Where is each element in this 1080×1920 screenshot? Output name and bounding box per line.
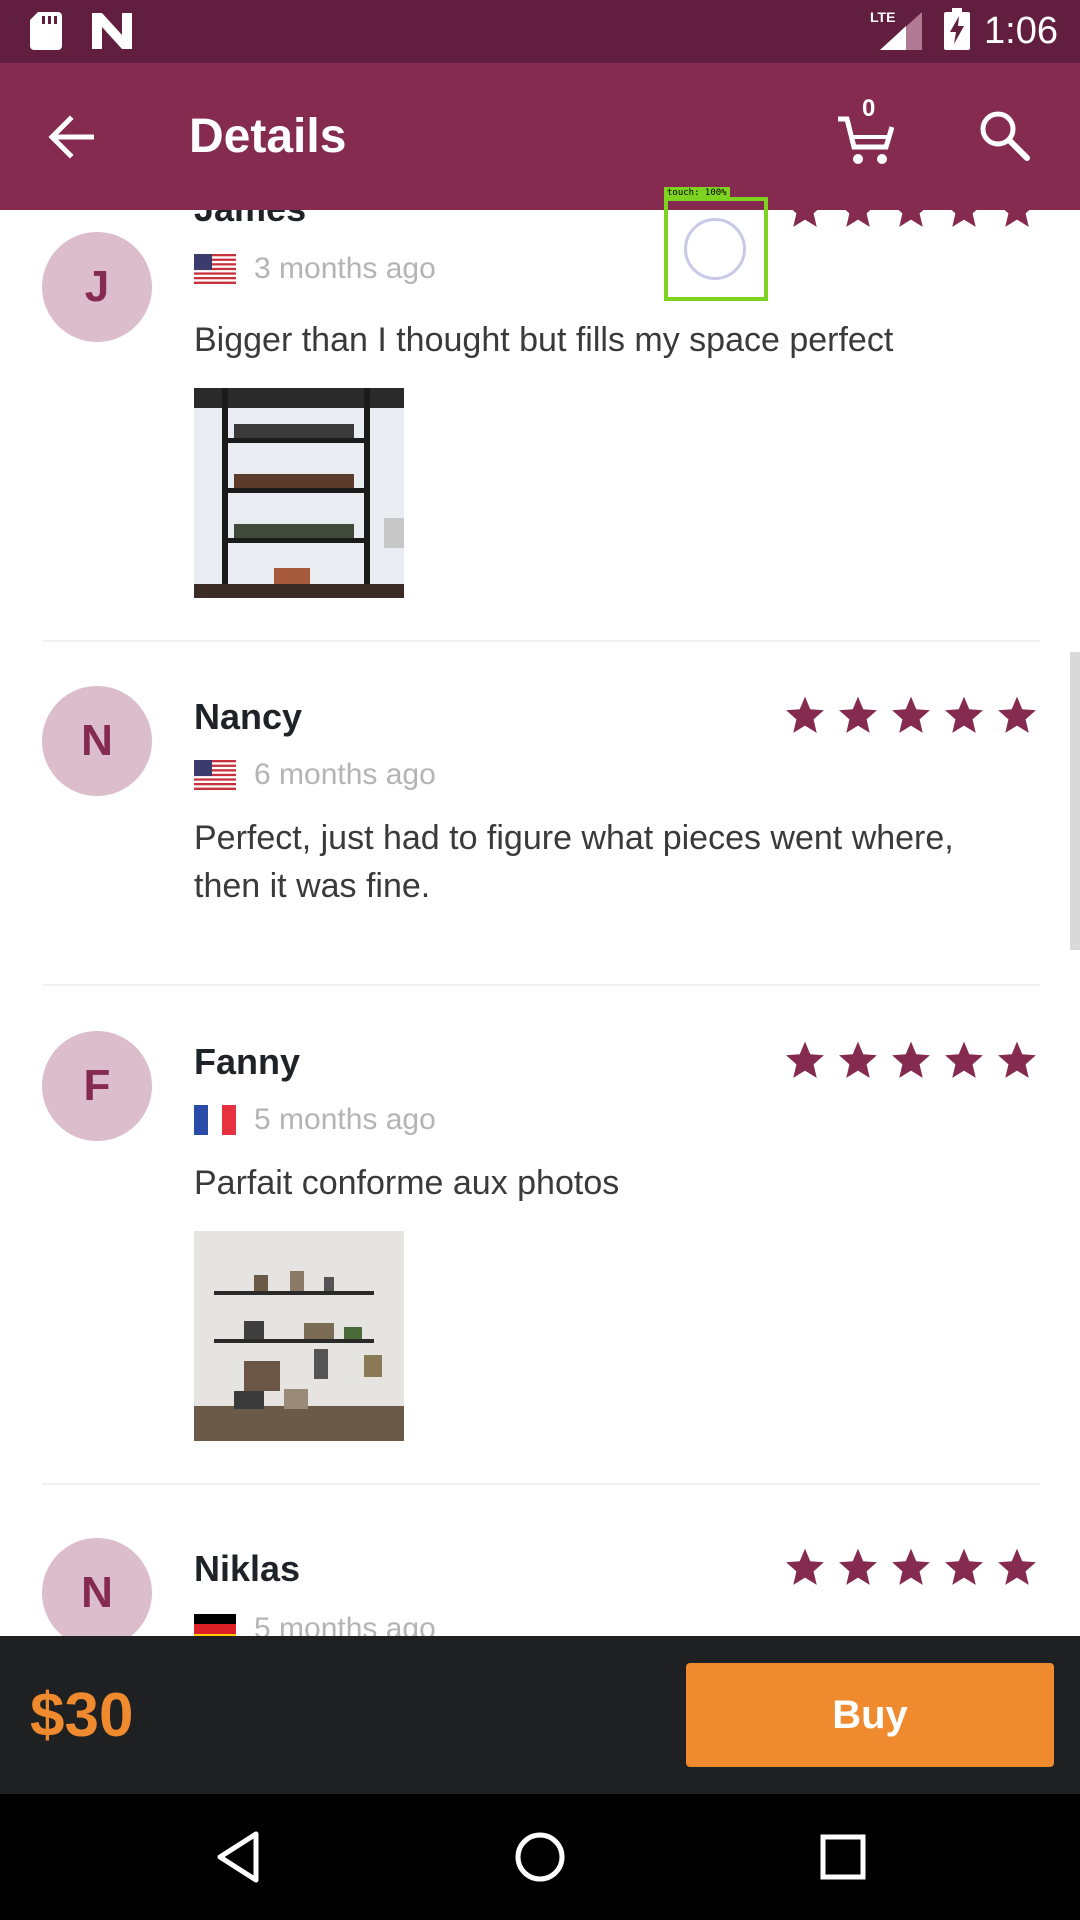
rating-stars — [784, 1546, 1038, 1588]
cart-icon — [838, 116, 894, 164]
review-meta: 5 months ago — [194, 1612, 436, 1636]
reviewer-name: Nancy — [194, 696, 303, 737]
rating-stars — [784, 1039, 1038, 1081]
cart-button[interactable]: 0 — [838, 95, 904, 169]
star-icon — [892, 696, 930, 733]
touch-point — [684, 218, 746, 280]
star-icon — [898, 210, 924, 227]
n-icon — [92, 13, 132, 54]
review-date: 3 months ago — [254, 252, 436, 285]
divider — [42, 1483, 1040, 1485]
star-icon — [845, 210, 871, 227]
nav-recents-button[interactable] — [810, 1824, 876, 1890]
lte-signal-icon: LTE — [870, 8, 930, 55]
review-text: Bigger than I thought but fills my space… — [194, 321, 894, 359]
fr-flag-icon — [194, 1105, 236, 1135]
divider — [42, 640, 1040, 642]
star-icon — [951, 210, 977, 227]
nav-home-button[interactable] — [507, 1824, 573, 1890]
battery-charging-icon — [944, 8, 971, 55]
star-icon — [945, 1548, 983, 1585]
buy-button[interactable]: Buy — [686, 1663, 1054, 1767]
home-circle-icon — [515, 1832, 565, 1882]
star-icon — [839, 1041, 877, 1078]
page-title: Details — [189, 110, 347, 163]
svg-text:LTE: LTE — [870, 9, 895, 25]
rating-stars — [784, 210, 1038, 230]
star-icon — [998, 1041, 1036, 1078]
scrollbar[interactable] — [1070, 652, 1080, 950]
avatar: J — [42, 232, 152, 342]
star-icon — [998, 696, 1036, 733]
system-nav-bar — [0, 1794, 1080, 1920]
review-date: 6 months ago — [254, 758, 436, 791]
search-button[interactable] — [978, 109, 1036, 167]
recents-square-icon — [820, 1834, 866, 1880]
avatar: N — [42, 686, 152, 796]
back-button[interactable] — [42, 109, 102, 165]
review-meta: 6 months ago — [194, 758, 436, 792]
star-icon — [839, 696, 877, 733]
star-icon — [892, 1041, 930, 1078]
app-bar: Details 0 — [0, 63, 1080, 210]
review-date: 5 months ago — [254, 1612, 436, 1636]
review-meta: 5 months ago — [194, 1103, 436, 1137]
star-icon — [892, 1548, 930, 1585]
star-icon — [998, 1548, 1036, 1585]
review-text: Parfait conforme aux photos — [194, 1164, 620, 1202]
back-arrow-icon — [48, 115, 94, 159]
star-icon — [1004, 210, 1030, 227]
de-flag-icon — [194, 1614, 236, 1636]
status-bar: LTE 1:06 — [0, 0, 1080, 63]
reviews-list[interactable]: J James 3 months ago Bigger than I thoug… — [0, 210, 1080, 1636]
avatar: N — [42, 1538, 152, 1636]
sd-card-icon — [30, 12, 62, 55]
review-photo[interactable] — [194, 1231, 404, 1441]
star-icon — [786, 1548, 824, 1585]
star-icon — [786, 696, 824, 733]
us-flag-icon — [194, 760, 236, 790]
reviewer-name: Fanny — [194, 1041, 301, 1082]
price-label: $30 — [30, 1681, 134, 1750]
purchase-bar: $30 Buy — [0, 1636, 1080, 1794]
star-icon — [945, 1041, 983, 1078]
star-icon — [786, 1041, 824, 1078]
star-icon — [945, 696, 983, 733]
review-date: 5 months ago — [254, 1103, 436, 1136]
review-meta: 3 months ago — [194, 252, 436, 286]
reviewer-name: Niklas — [194, 1548, 301, 1589]
back-triangle-icon — [217, 1831, 259, 1883]
reviewer-name: James — [194, 210, 306, 230]
divider — [42, 984, 1040, 986]
rating-stars — [784, 694, 1038, 736]
clock: 1:06 — [984, 10, 1058, 52]
review-text: Perfect, just had to figure what pieces … — [194, 819, 954, 905]
review-photo[interactable] — [194, 388, 404, 598]
star-icon — [839, 1548, 877, 1585]
us-flag-icon — [194, 254, 236, 284]
nav-back-button[interactable] — [205, 1824, 271, 1890]
search-icon — [980, 111, 1030, 161]
avatar: F — [42, 1031, 152, 1141]
star-icon — [792, 210, 818, 227]
